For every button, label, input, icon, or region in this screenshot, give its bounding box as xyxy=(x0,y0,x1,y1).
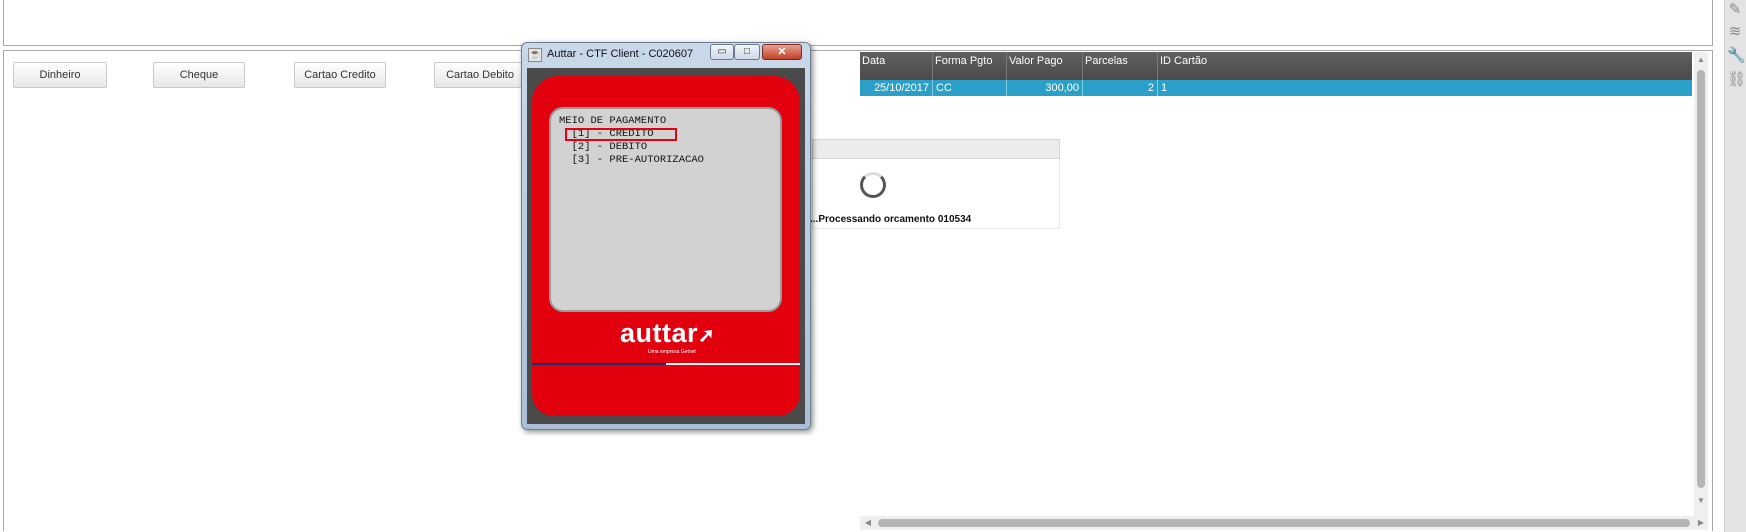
option-debito[interactable]: [2] - DEBITO xyxy=(559,141,648,153)
selection-highlight xyxy=(565,128,677,141)
column-header-valor-pago[interactable]: Valor Pago xyxy=(1007,52,1083,80)
column-header-parcelas[interactable]: Parcelas xyxy=(1083,52,1158,80)
column-header-forma-pgto[interactable]: Forma Pgto xyxy=(933,52,1007,80)
minimize-button[interactable]: ▭ xyxy=(710,44,734,60)
cell-valor-pago[interactable]: 300,00 xyxy=(1007,80,1083,96)
cartao-credito-button[interactable]: Cartao Credito xyxy=(294,62,386,88)
auttar-logo: auttar➚ xyxy=(620,318,716,348)
cell-id-cartao[interactable]: 1 xyxy=(1158,80,1692,96)
divider-line xyxy=(666,363,800,365)
cell-forma-pgto[interactable]: CC xyxy=(933,80,1007,96)
link-icon[interactable]: ⛓ xyxy=(1727,72,1746,88)
divider-line xyxy=(532,363,666,365)
horizontal-scroll-thumb[interactable] xyxy=(878,519,1690,527)
dinheiro-button[interactable]: Dinheiro xyxy=(13,62,107,88)
edit-icon[interactable]: ✎ xyxy=(1727,2,1743,18)
scroll-left-icon[interactable]: ◀ xyxy=(863,518,873,528)
payments-grid xyxy=(860,52,1692,517)
dialog-title: Auttar - CTF Client - C020607 xyxy=(547,48,694,60)
stack-icon[interactable]: ≋ xyxy=(1727,24,1743,40)
cell-parcelas[interactable]: 2 xyxy=(1083,80,1158,96)
processing-title-bar xyxy=(812,139,1060,159)
cheque-button[interactable]: Cheque xyxy=(153,62,245,88)
scroll-down-icon[interactable]: ▼ xyxy=(1696,496,1706,506)
vertical-scroll-thumb[interactable] xyxy=(1697,70,1705,488)
wrench-icon[interactable]: 🔧 xyxy=(1727,48,1746,64)
column-header-data[interactable]: Data xyxy=(860,52,933,80)
menu-title: MEIO DE PAGAMENTO xyxy=(559,115,667,127)
scroll-right-icon[interactable]: ▶ xyxy=(1696,518,1706,528)
brand-tagline: Uma empresa Getnet xyxy=(648,349,696,355)
scroll-up-icon[interactable]: ▲ xyxy=(1696,55,1706,65)
top-panel xyxy=(3,0,1713,46)
loading-spinner-icon xyxy=(860,172,886,198)
close-button[interactable]: ✕ xyxy=(762,44,802,60)
cartao-debito-button[interactable]: Cartao Debito xyxy=(434,62,526,88)
option-pre-autorizacao[interactable]: [3] - PRE-AUTORIZACAO xyxy=(559,154,704,166)
java-app-icon: ☕ xyxy=(528,48,542,62)
cell-data[interactable]: 25/10/2017 xyxy=(860,80,933,96)
processing-message: ...Processando orcamento 010534 xyxy=(810,214,972,225)
column-header-id-cartao[interactable]: ID Cartão xyxy=(1158,52,1692,80)
maximize-button[interactable]: □ xyxy=(734,44,760,60)
